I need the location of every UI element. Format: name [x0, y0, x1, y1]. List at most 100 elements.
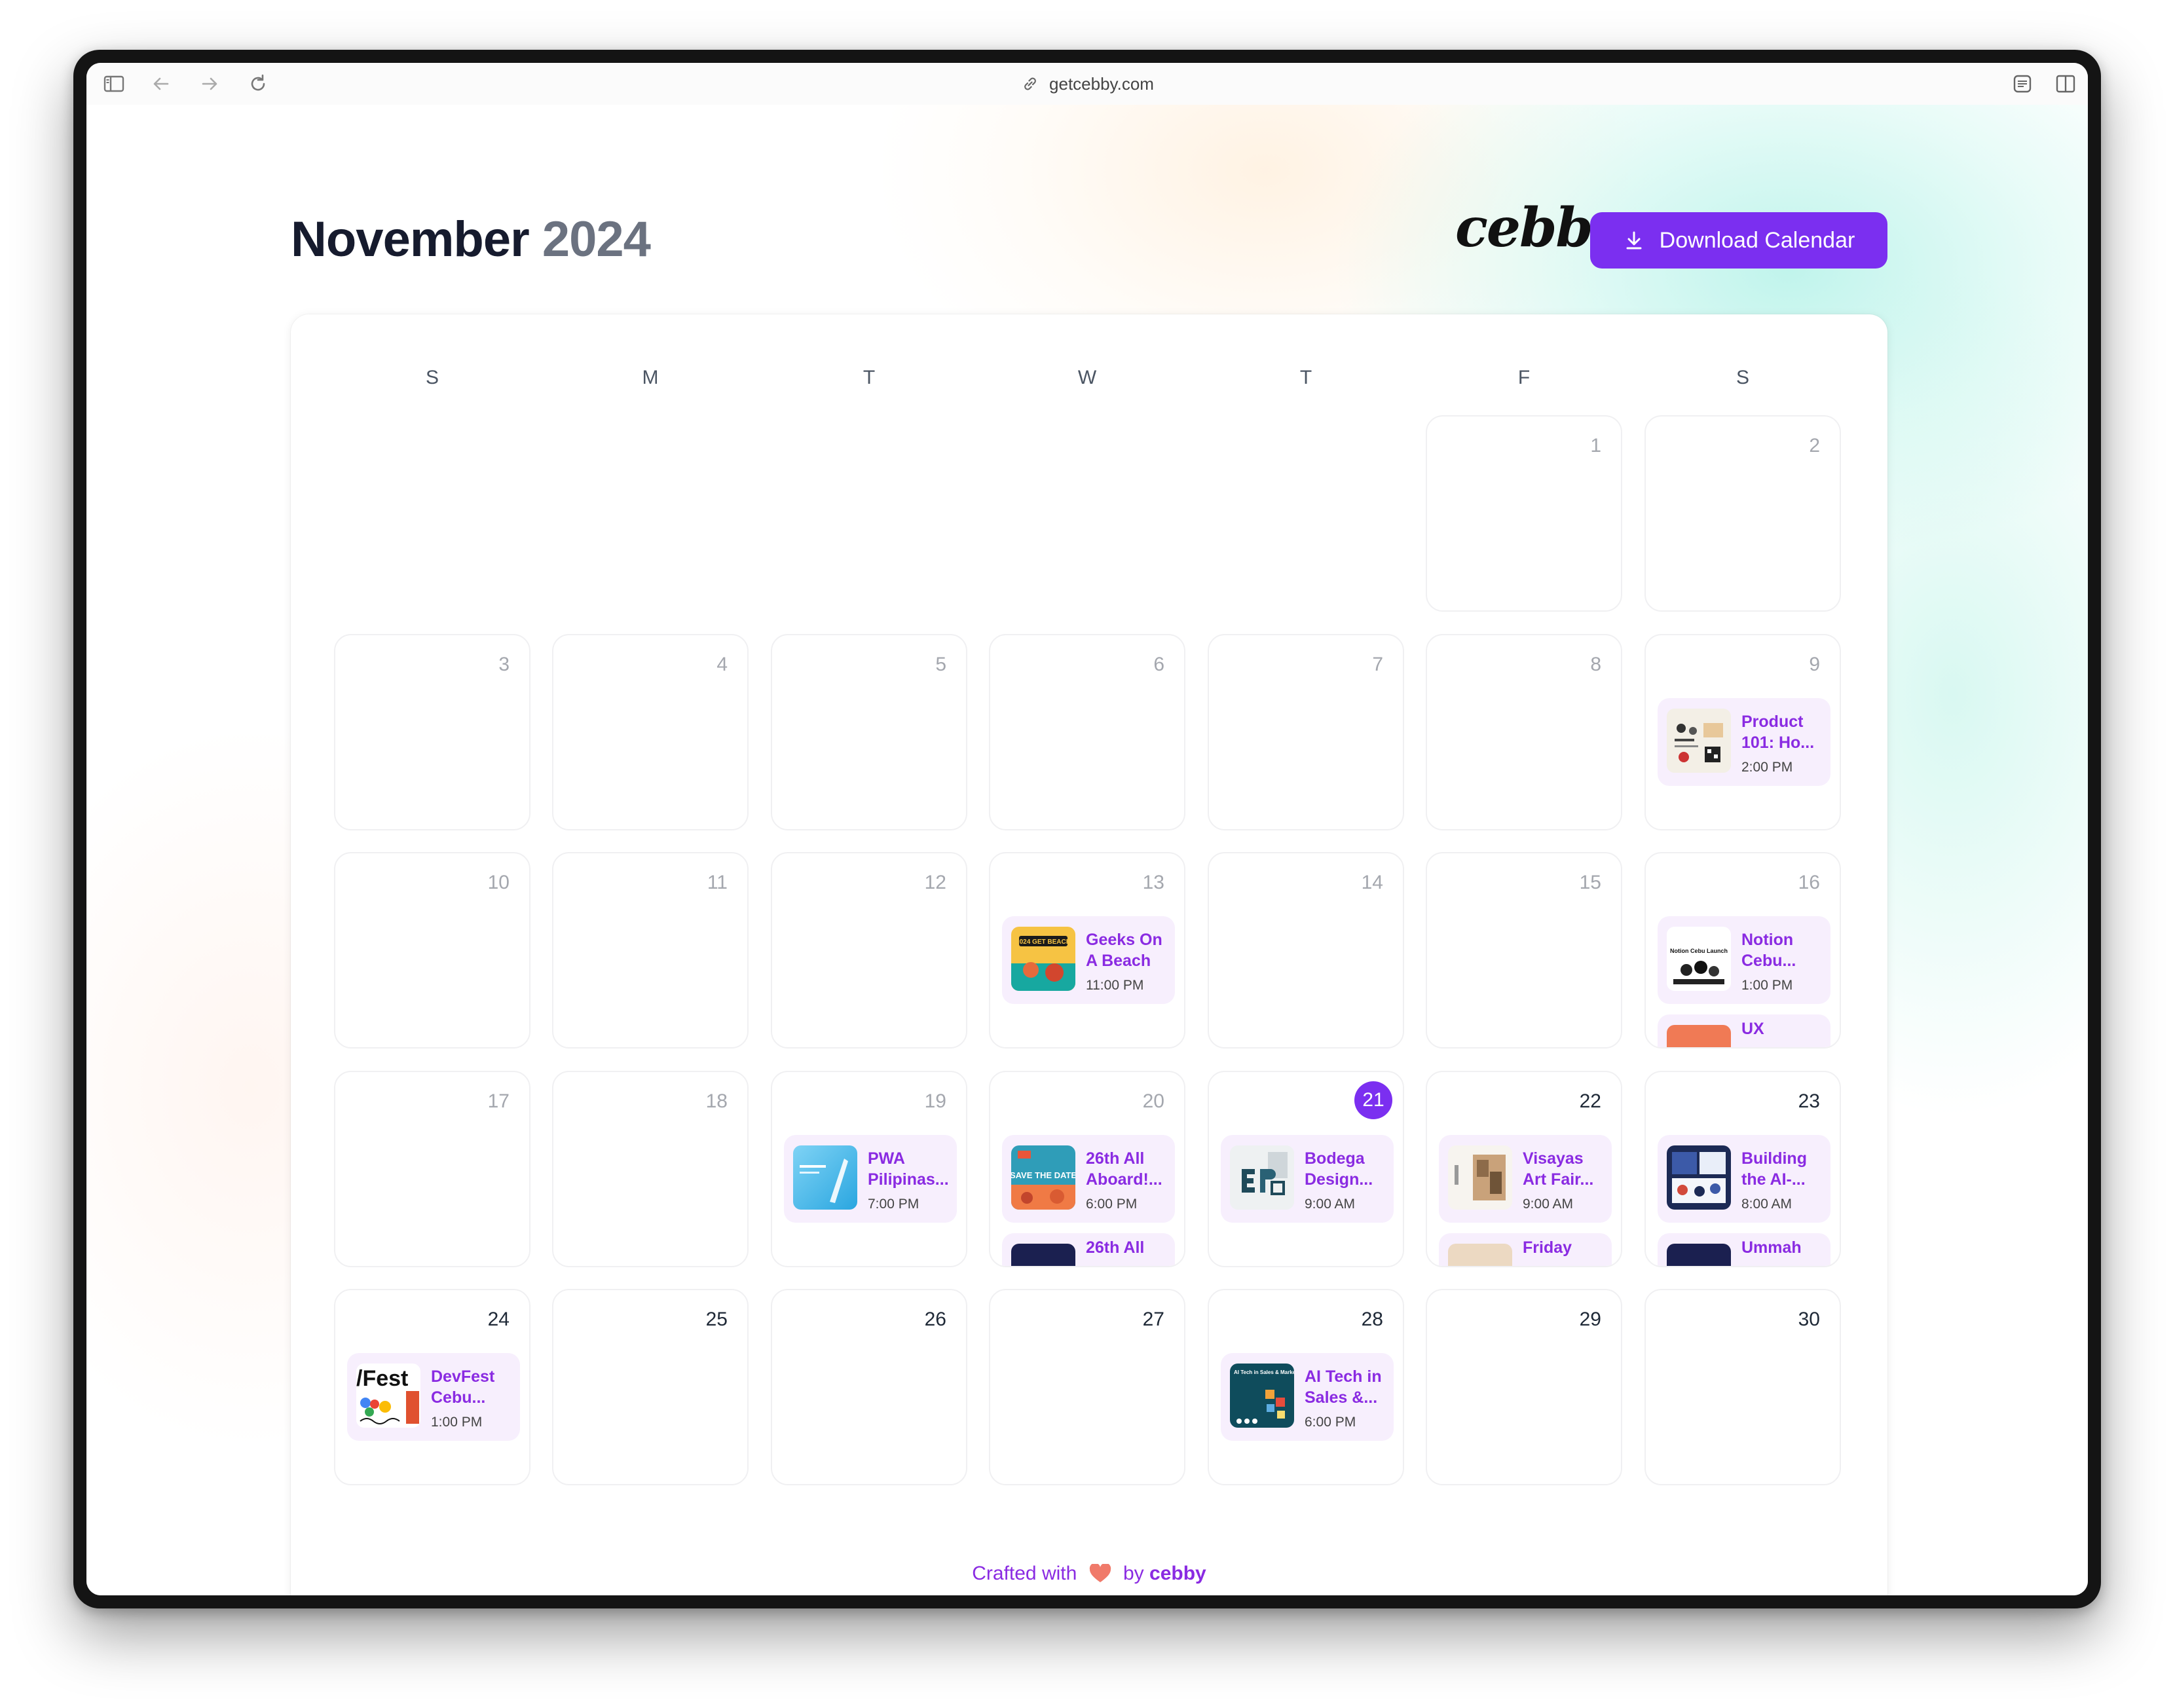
event-thumbnail: AI Tech in Sales & Marketing [1230, 1364, 1294, 1428]
event-title: Ummah [1741, 1238, 1802, 1257]
address-bar[interactable]: getcebby.com [86, 63, 2088, 105]
day-number: 18 [705, 1090, 728, 1112]
event-title: Visayas Art Fair... [1523, 1149, 1594, 1189]
download-calendar-button[interactable]: Download Calendar [1590, 212, 1887, 269]
day-cell-8[interactable]: 8 [1426, 634, 1622, 830]
event-card-geeks-on-a-beach[interactable]: 2024 GET BEACH Geeks On A Beach 11:00 PM [1002, 916, 1175, 1004]
day-cell-3[interactable]: 3 [334, 634, 530, 830]
day-cell-2[interactable]: 2 [1644, 415, 1841, 612]
event-poster-image [1667, 1145, 1731, 1210]
url-text: getcebby.com [1049, 73, 1154, 94]
day-number: 16 [1798, 872, 1820, 893]
download-calendar-label: Download Calendar [1659, 227, 1855, 253]
day-cell-10[interactable]: 10 [334, 852, 530, 1049]
day-number: 10 [487, 872, 510, 893]
day-cell-27[interactable]: 27 [989, 1289, 1185, 1485]
poster-text: 2024 GET BEACH [1016, 938, 1071, 946]
weekday-thu: T [1299, 367, 1312, 388]
day-cell-23[interactable]: 23 Building the AI-... 8:00 AM Ummah [1644, 1071, 1841, 1267]
day-number: 2 [1809, 435, 1820, 456]
event-card-ux[interactable]: UX [1658, 1014, 1830, 1047]
day-number: 19 [924, 1090, 946, 1112]
day-number: 12 [924, 872, 946, 893]
event-thumbnail [1448, 1145, 1512, 1210]
event-card-bodega-design[interactable]: Bodega Design... 9:00 AM [1221, 1135, 1394, 1223]
event-title: DevFest Cebu... [431, 1367, 495, 1407]
event-card-friday[interactable]: Friday [1439, 1233, 1612, 1266]
day-cell-empty [771, 415, 967, 612]
event-thumbnail [1667, 1145, 1731, 1210]
weekday-sun: S [425, 367, 439, 388]
day-number: 6 [1153, 654, 1164, 675]
day-number: 11 [707, 872, 728, 893]
event-thumbnail [1448, 1244, 1512, 1266]
day-cell-13[interactable]: 13 2024 GET BEACH Geeks On A Beach 11:00… [989, 852, 1185, 1049]
event-card-building-the-ai[interactable]: Building the AI-... 8:00 AM [1658, 1135, 1830, 1223]
event-title: Friday [1523, 1238, 1572, 1257]
event-thumbnail [1011, 1244, 1075, 1266]
event-time: 11:00 PM [1086, 978, 1144, 993]
day-cell-24[interactable]: 24 /Fest DevFest Cebu... 1:00 PM [334, 1289, 530, 1485]
event-thumbnail: SAVE THE DATE [1011, 1145, 1075, 1210]
day-cell-14[interactable]: 14 [1208, 852, 1404, 1049]
split-view-icon[interactable] [2054, 72, 2077, 96]
day-cell-19[interactable]: 19 PWA Pilipinas... 7:00 PM [771, 1071, 967, 1267]
day-cell-29[interactable]: 29 [1426, 1289, 1622, 1485]
event-title: Building the AI-... [1741, 1149, 1807, 1189]
day-number: 24 [487, 1309, 510, 1330]
event-card-notion-cebu[interactable]: Notion Cebu Launch Notion Cebu... 1:00 P… [1658, 916, 1830, 1004]
day-cell-15[interactable]: 15 [1426, 852, 1622, 1049]
day-cell-17[interactable]: 17 [334, 1071, 530, 1267]
day-cell-7[interactable]: 7 [1208, 634, 1404, 830]
event-title: Bodega Design... [1305, 1149, 1373, 1189]
day-number: 22 [1579, 1090, 1601, 1112]
event-card-26th-all-second[interactable]: 26th All [1002, 1233, 1175, 1266]
event-thumbnail [1667, 1244, 1731, 1266]
footer-crafted-text: Crafted with [972, 1563, 1077, 1584]
day-cell-20[interactable]: 20 SAVE THE DATE 26th All Aboard!... 6:0… [989, 1071, 1185, 1267]
day-cell-18[interactable]: 18 [552, 1071, 749, 1267]
day-number: 14 [1361, 872, 1383, 893]
day-cell-25[interactable]: 25 [552, 1289, 749, 1485]
day-cell-28[interactable]: 28 AI Tech in Sales & Marketing AI Tech … [1208, 1289, 1404, 1485]
event-title: Geeks On A Beach [1086, 931, 1162, 970]
day-cell-26[interactable]: 26 [771, 1289, 967, 1485]
day-number: 13 [1142, 872, 1164, 893]
day-cell-21[interactable]: 21 Bodega Design... 9:00 AM [1208, 1071, 1404, 1267]
day-cell-4[interactable]: 4 [552, 634, 749, 830]
event-card-devfest-cebu[interactable]: /Fest DevFest Cebu... 1:00 PM [347, 1353, 520, 1441]
event-card-visayas-art-fair[interactable]: Visayas Art Fair... 9:00 AM [1439, 1135, 1612, 1223]
poster-text: /Fest [356, 1366, 408, 1391]
event-thumbnail: Notion Cebu Launch [1667, 927, 1731, 991]
event-title: PWA Pilipinas... [868, 1149, 949, 1189]
day-cell-11[interactable]: 11 [552, 852, 749, 1049]
event-title: UX [1741, 1020, 1764, 1038]
day-number: 9 [1809, 654, 1820, 675]
day-number: 30 [1798, 1309, 1820, 1330]
day-cell-1[interactable]: 1 [1426, 415, 1622, 612]
event-card-ummah[interactable]: Ummah [1658, 1233, 1830, 1266]
day-cell-16[interactable]: 16 Notion Cebu Launch Notion Cebu... 1:0… [1644, 852, 1841, 1049]
download-icon [1626, 231, 1642, 250]
day-cell-30[interactable]: 30 [1644, 1289, 1841, 1485]
event-title: Product 101: Ho... [1741, 713, 1815, 752]
day-cell-22[interactable]: 22 Visayas Art Fair... 9:00 AM Friday [1426, 1071, 1622, 1267]
event-poster-image: Notion Cebu Launch [1667, 927, 1731, 991]
browser-screen: getcebby.com November 2024 cebby Downloa… [86, 63, 2088, 1595]
footer-brand-link[interactable]: cebby [1149, 1563, 1206, 1584]
weekday-fri: F [1517, 367, 1531, 388]
event-poster-image: /Fest [356, 1364, 420, 1428]
day-cell-9[interactable]: 9 Product 101: Ho... 2:00 PM [1644, 634, 1841, 830]
weekday-mon: M [642, 367, 659, 388]
event-card-ai-tech-in-sales[interactable]: AI Tech in Sales & Marketing AI Tech in … [1221, 1353, 1394, 1441]
event-card-product-101[interactable]: Product 101: Ho... 2:00 PM [1658, 698, 1830, 786]
reader-icon[interactable] [2011, 72, 2034, 96]
day-cell-empty [334, 415, 530, 612]
day-number: 8 [1590, 654, 1601, 675]
event-card-26th-all-aboard[interactable]: SAVE THE DATE 26th All Aboard!... 6:00 P… [1002, 1135, 1175, 1223]
event-poster-image [1667, 709, 1731, 773]
day-cell-5[interactable]: 5 [771, 634, 967, 830]
event-card-pwa-pilipinas[interactable]: PWA Pilipinas... 7:00 PM [784, 1135, 957, 1223]
day-cell-6[interactable]: 6 [989, 634, 1185, 830]
day-cell-12[interactable]: 12 [771, 852, 967, 1049]
